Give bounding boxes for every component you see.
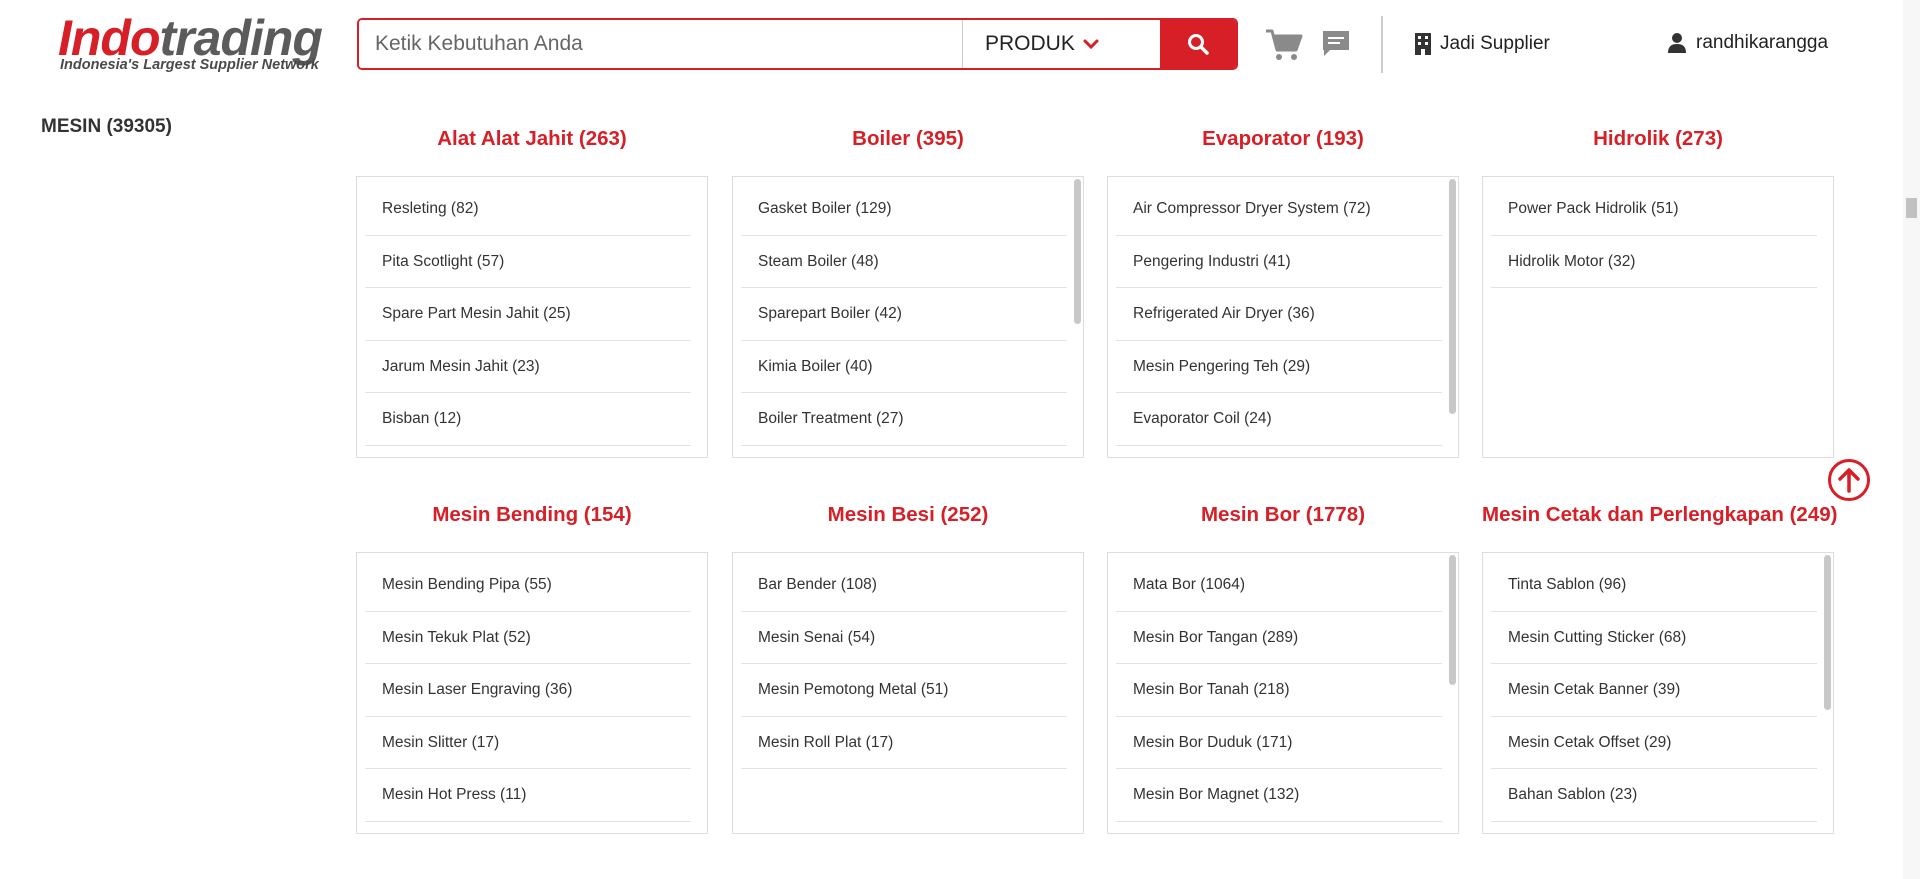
subcategory-item[interactable]: Kimia Boiler (40) [741, 341, 1067, 393]
list-scrollbar[interactable] [1449, 179, 1456, 414]
category-card: Alat Alat Jahit (263) Resleting (82) Pit… [356, 119, 708, 458]
subcategory-list-box: Air Compressor Dryer System (72) Pengeri… [1107, 176, 1459, 458]
user-icon [1668, 33, 1686, 53]
header-divider [1381, 16, 1383, 73]
subcategory-item[interactable]: Pengering Industri (41) [1116, 236, 1442, 288]
subcategory-item[interactable]: Air Compressor Dryer System (72) [1116, 183, 1442, 236]
subcategory-list-box: Mesin Bending Pipa (55) Mesin Tekuk Plat… [356, 552, 708, 834]
subcategory-list: Resleting (82) Pita Scotlight (57) Spare… [357, 177, 707, 446]
subcategory-list: Mesin Bending Pipa (55) Mesin Tekuk Plat… [357, 553, 707, 822]
subcategory-item[interactable]: Mesin Laser Engraving (36) [365, 664, 691, 717]
category-title[interactable]: Mesin Bending (154) [356, 495, 708, 535]
indotrading-logo[interactable]: Indotrading Indonesia's Largest Supplier… [58, 10, 348, 76]
subcategory-list: Mata Bor (1064) Mesin Bor Tangan (289) M… [1108, 553, 1458, 822]
sidebar-category-title[interactable]: MESIN (39305) [41, 116, 172, 138]
list-scrollbar[interactable] [1074, 179, 1081, 324]
list-scrollbar[interactable] [1449, 555, 1456, 685]
category-card: Mesin Besi (252) Bar Bender (108) Mesin … [732, 495, 1084, 834]
subcategory-item[interactable]: Bisban (12) [365, 393, 691, 446]
subcategory-item[interactable]: Sparepart Boiler (42) [741, 288, 1067, 341]
subcategory-item[interactable]: Mesin Bor Tanah (218) [1116, 664, 1442, 717]
search-type-label: PRODUK [985, 32, 1075, 55]
category-title[interactable]: Boiler (395) [732, 119, 1084, 159]
subcategory-item[interactable]: Mesin Roll Plat (17) [741, 717, 1067, 769]
search-button[interactable] [1160, 20, 1236, 68]
search-input[interactable] [359, 20, 962, 68]
search-type-dropdown[interactable]: PRODUK [962, 20, 1160, 68]
subcategory-item[interactable]: Tinta Sablon (96) [1491, 559, 1817, 612]
subcategory-item[interactable]: Boiler Treatment (27) [741, 393, 1067, 446]
page-scrollbar-thumb[interactable] [1906, 198, 1917, 218]
building-icon [1415, 33, 1431, 55]
subcategory-list-box: Resleting (82) Pita Scotlight (57) Spare… [356, 176, 708, 458]
subcategory-list: Power Pack Hidrolik (51) Hidrolik Motor … [1483, 177, 1833, 288]
category-title[interactable]: Hidrolik (273) [1482, 119, 1834, 159]
category-card: Evaporator (193) Air Compressor Dryer Sy… [1107, 119, 1459, 458]
list-scrollbar[interactable] [1824, 555, 1831, 710]
category-title[interactable]: Alat Alat Jahit (263) [356, 119, 708, 159]
subcategory-item[interactable]: Mesin Cutting Sticker (68) [1491, 612, 1817, 664]
subcategory-item[interactable]: Mesin Pengering Teh (29) [1116, 341, 1442, 393]
username: randhikarangga [1696, 32, 1829, 53]
subcategory-item[interactable]: Mesin Bor Duduk (171) [1116, 717, 1442, 769]
subcategory-list: Tinta Sablon (96) Mesin Cutting Sticker … [1483, 553, 1833, 822]
subcategory-item[interactable]: Bahan Sablon (23) [1491, 769, 1817, 822]
subcategory-item[interactable]: Evaporator Coil (24) [1116, 393, 1442, 446]
site-header: Indotrading Indonesia's Largest Supplier… [0, 0, 1900, 90]
subcategory-list-box: Mata Bor (1064) Mesin Bor Tangan (289) M… [1107, 552, 1459, 834]
category-title[interactable]: Mesin Besi (252) [732, 495, 1084, 535]
chat-icon[interactable] [1320, 28, 1352, 60]
subcategory-item[interactable]: Power Pack Hidrolik (51) [1491, 183, 1817, 236]
subcategory-list-box: Bar Bender (108) Mesin Senai (54) Mesin … [732, 552, 1084, 834]
subcategory-item[interactable]: Refrigerated Air Dryer (36) [1116, 288, 1442, 341]
subcategory-item[interactable]: Mesin Bor Magnet (132) [1116, 769, 1442, 822]
category-card: Mesin Bending (154) Mesin Bending Pipa (… [356, 495, 708, 834]
subcategory-list: Bar Bender (108) Mesin Senai (54) Mesin … [733, 553, 1083, 769]
category-title[interactable]: Evaporator (193) [1107, 119, 1459, 159]
cart-icon[interactable] [1265, 28, 1303, 62]
logo-tagline: Indonesia's Largest Supplier Network [60, 57, 319, 73]
chevron-down-icon [1083, 39, 1099, 50]
subcategory-list: Air Compressor Dryer System (72) Pengeri… [1108, 177, 1458, 446]
subcategory-list: Gasket Boiler (129) Steam Boiler (48) Sp… [733, 177, 1083, 446]
subcategory-item[interactable]: Spare Part Mesin Jahit (25) [365, 288, 691, 341]
subcategory-item[interactable]: Mesin Cetak Offset (29) [1491, 717, 1817, 769]
subcategory-item[interactable]: Pita Scotlight (57) [365, 236, 691, 288]
subcategory-item[interactable]: Mesin Hot Press (11) [365, 769, 691, 822]
subcategory-item[interactable]: Mesin Bending Pipa (55) [365, 559, 691, 612]
subcategory-item[interactable]: Bar Bender (108) [741, 559, 1067, 612]
subcategory-list-box: Tinta Sablon (96) Mesin Cutting Sticker … [1482, 552, 1834, 834]
subcategory-item[interactable]: Steam Boiler (48) [741, 236, 1067, 288]
subcategory-item[interactable]: Mesin Pemotong Metal (51) [741, 664, 1067, 717]
subcategory-item[interactable]: Mesin Tekuk Plat (52) [365, 612, 691, 664]
user-account-menu[interactable]: randhikarangga [1668, 32, 1828, 54]
subcategory-item[interactable]: Gasket Boiler (129) [741, 183, 1067, 236]
category-card: Mesin Bor (1778) Mata Bor (1064) Mesin B… [1107, 495, 1459, 834]
subcategory-list-box: Gasket Boiler (129) Steam Boiler (48) Sp… [732, 176, 1084, 458]
search-icon [1188, 34, 1209, 55]
subcategory-item[interactable]: Mesin Slitter (17) [365, 717, 691, 769]
scroll-to-top-icon[interactable] [1827, 458, 1871, 502]
subcategory-list-box: Power Pack Hidrolik (51) Hidrolik Motor … [1482, 176, 1834, 458]
category-title[interactable]: Mesin Bor (1778) [1107, 495, 1459, 535]
category-card: Boiler (395) Gasket Boiler (129) Steam B… [732, 119, 1084, 458]
become-supplier-label: Jadi Supplier [1440, 33, 1550, 54]
category-card: Hidrolik (273) Power Pack Hidrolik (51) … [1482, 119, 1834, 458]
subcategory-item[interactable]: Mesin Senai (54) [741, 612, 1067, 664]
subcategory-item[interactable]: Hidrolik Motor (32) [1491, 236, 1817, 288]
category-title[interactable]: Mesin Cetak dan Perlengkapan (249) [1482, 495, 1837, 535]
subcategory-item[interactable]: Resleting (82) [365, 183, 691, 236]
subcategory-item[interactable]: Mesin Bor Tangan (289) [1116, 612, 1442, 664]
category-card: Mesin Cetak dan Perlengkapan (249) Tinta… [1482, 495, 1837, 834]
subcategory-item[interactable]: Jarum Mesin Jahit (23) [365, 341, 691, 393]
page-scrollbar[interactable] [1903, 0, 1920, 879]
search-bar: PRODUK [357, 18, 1238, 70]
subcategory-item[interactable]: Mesin Cetak Banner (39) [1491, 664, 1817, 717]
subcategory-item[interactable]: Mata Bor (1064) [1116, 559, 1442, 612]
become-supplier-link[interactable]: Jadi Supplier [1414, 32, 1550, 56]
